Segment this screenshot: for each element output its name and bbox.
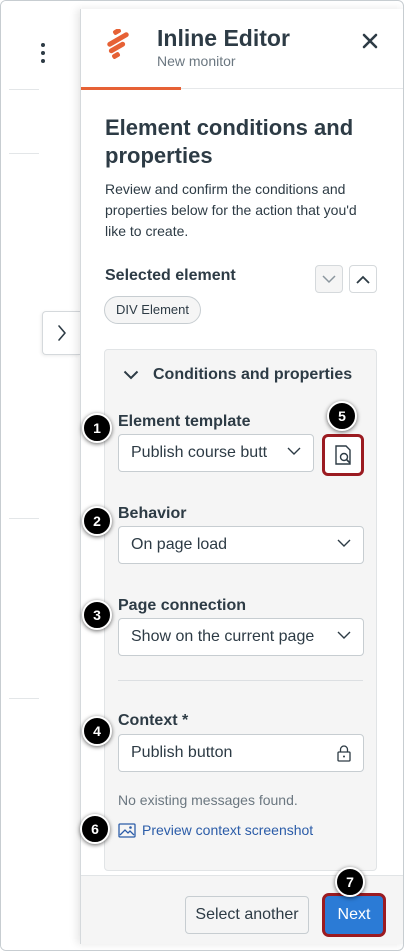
background-page (1, 1, 81, 950)
callout-badge: 2 (82, 506, 112, 536)
document-search-icon (335, 445, 351, 465)
conditions-toggle[interactable]: Conditions and properties (123, 366, 352, 384)
divider (9, 518, 39, 519)
preview-context-link[interactable]: Preview context screenshot (118, 822, 313, 838)
behavior-value: On page load (131, 536, 228, 553)
page-connection-label: Page connection (118, 597, 247, 614)
preview-template-button[interactable] (322, 434, 364, 476)
app-subtitle: New monitor (157, 53, 236, 69)
element-template-label: Element template (118, 413, 251, 430)
panel-header: Inline Editor New monitor (81, 9, 403, 90)
behavior-label: Behavior (118, 505, 187, 522)
divider (9, 698, 39, 699)
chevron-down-icon (337, 631, 351, 639)
expand-panel-button[interactable] (42, 311, 80, 355)
inline-editor-panel: Inline Editor New monitor Element condit… (80, 9, 403, 944)
chevron-down-icon (322, 274, 336, 283)
chevron-right-icon (57, 325, 66, 341)
behavior-select[interactable]: On page load (118, 526, 364, 564)
callout-badge: 6 (80, 814, 110, 844)
chevron-down-icon (337, 539, 351, 547)
context-value: Publish button (131, 744, 233, 761)
callout-badge: 1 (82, 413, 112, 443)
next-button[interactable]: Next (322, 893, 386, 937)
selected-element-pill: DIV Element (104, 296, 201, 324)
callout-badge: 5 (327, 401, 357, 431)
select-another-button[interactable]: Select another (185, 896, 309, 934)
divider (9, 153, 39, 154)
close-icon (362, 33, 378, 49)
image-icon (118, 822, 136, 838)
kebab-menu-icon[interactable] (39, 43, 47, 67)
app-title: Inline Editor (157, 25, 290, 51)
close-button[interactable] (358, 29, 382, 53)
section-description: Review and confirm the conditions and pr… (105, 181, 357, 239)
context-label: Context * (118, 712, 189, 729)
page-connection-value: Show on the current page (131, 628, 315, 645)
lock-icon (337, 745, 351, 762)
chevron-down-icon (287, 447, 301, 456)
element-template-select[interactable]: Publish course button (118, 434, 314, 472)
divider (118, 680, 363, 681)
window-frame: Inline Editor New monitor Element condit… (0, 0, 404, 951)
section-title: Element conditions and properties (105, 115, 354, 168)
element-template-value: Publish course button (131, 444, 285, 461)
callout-badge: 3 (82, 600, 112, 630)
preview-context-label: Preview context screenshot (142, 822, 314, 838)
inline-editor-logo-icon (107, 29, 129, 59)
chevron-up-icon (356, 275, 370, 284)
callout-badge: 4 (82, 716, 112, 746)
conditions-header-label: Conditions and properties (153, 366, 353, 383)
callout-badge: 7 (335, 867, 365, 897)
selected-element-label: Selected element (105, 267, 236, 284)
select-parent-button[interactable] (349, 265, 377, 293)
chevron-down-icon (123, 370, 139, 380)
active-tab-indicator (81, 87, 181, 90)
no-messages-text: No existing messages found. (118, 792, 298, 808)
context-input[interactable]: Publish button (118, 734, 364, 772)
divider (9, 89, 39, 90)
page-connection-select[interactable]: Show on the current page (118, 618, 364, 656)
select-child-button[interactable] (315, 265, 343, 293)
